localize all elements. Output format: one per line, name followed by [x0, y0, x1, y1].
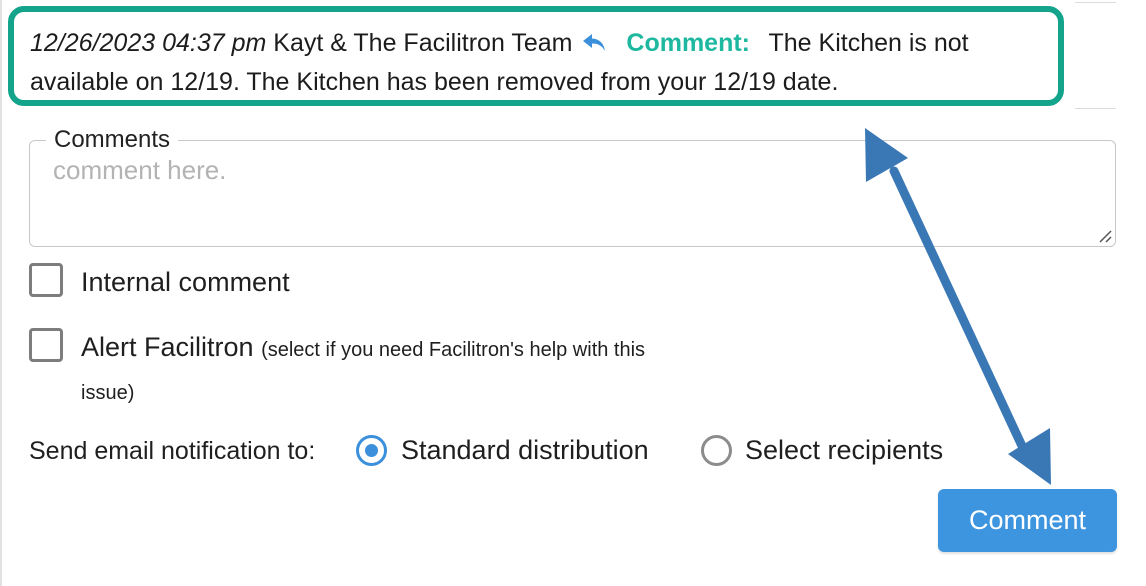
comments-fieldset: Comments: [29, 126, 1116, 247]
alert-facilitron-label: Alert Facilitron: [81, 332, 254, 362]
comment-entry-highlight: 12/26/2023 04:37 pm Kayt & The Facilitro…: [8, 6, 1064, 106]
comment-author: Kayt & The Facilitron Team: [273, 29, 573, 57]
notification-label: Send email notification to:: [29, 437, 316, 465]
select-recipients-radio[interactable]: [701, 435, 732, 466]
comment-textarea[interactable]: [31, 155, 1111, 241]
divider-middle: [1075, 108, 1116, 109]
arrow-head-down: [1008, 428, 1051, 485]
submit-comment-button[interactable]: Comment: [938, 489, 1117, 552]
internal-comment-checkbox[interactable]: [29, 263, 63, 297]
alert-facilitron-checkbox[interactable]: [29, 328, 63, 362]
internal-comment-label: Internal comment: [81, 267, 290, 297]
alert-facilitron-hint: (select if you need Facilitron's help wi…: [261, 339, 646, 361]
standard-distribution-label: Standard distribution: [401, 435, 649, 465]
alert-facilitron-line: Alert Facilitron (select if you need Fac…: [81, 331, 645, 366]
resize-grip-icon[interactable]: [1098, 229, 1112, 243]
reply-arrow-icon[interactable]: [581, 27, 609, 51]
panel-left-border: [0, 0, 2, 586]
standard-distribution-radio[interactable]: [356, 435, 387, 466]
select-recipients-label: Select recipients: [745, 435, 944, 465]
comments-legend: Comments: [46, 126, 179, 154]
comment-date: 12/26/2023 04:37 pm: [30, 29, 267, 57]
divider-top: [1075, 2, 1116, 3]
comment-label: Comment:: [626, 29, 750, 57]
alert-facilitron-hint-continued: issue): [81, 382, 135, 404]
